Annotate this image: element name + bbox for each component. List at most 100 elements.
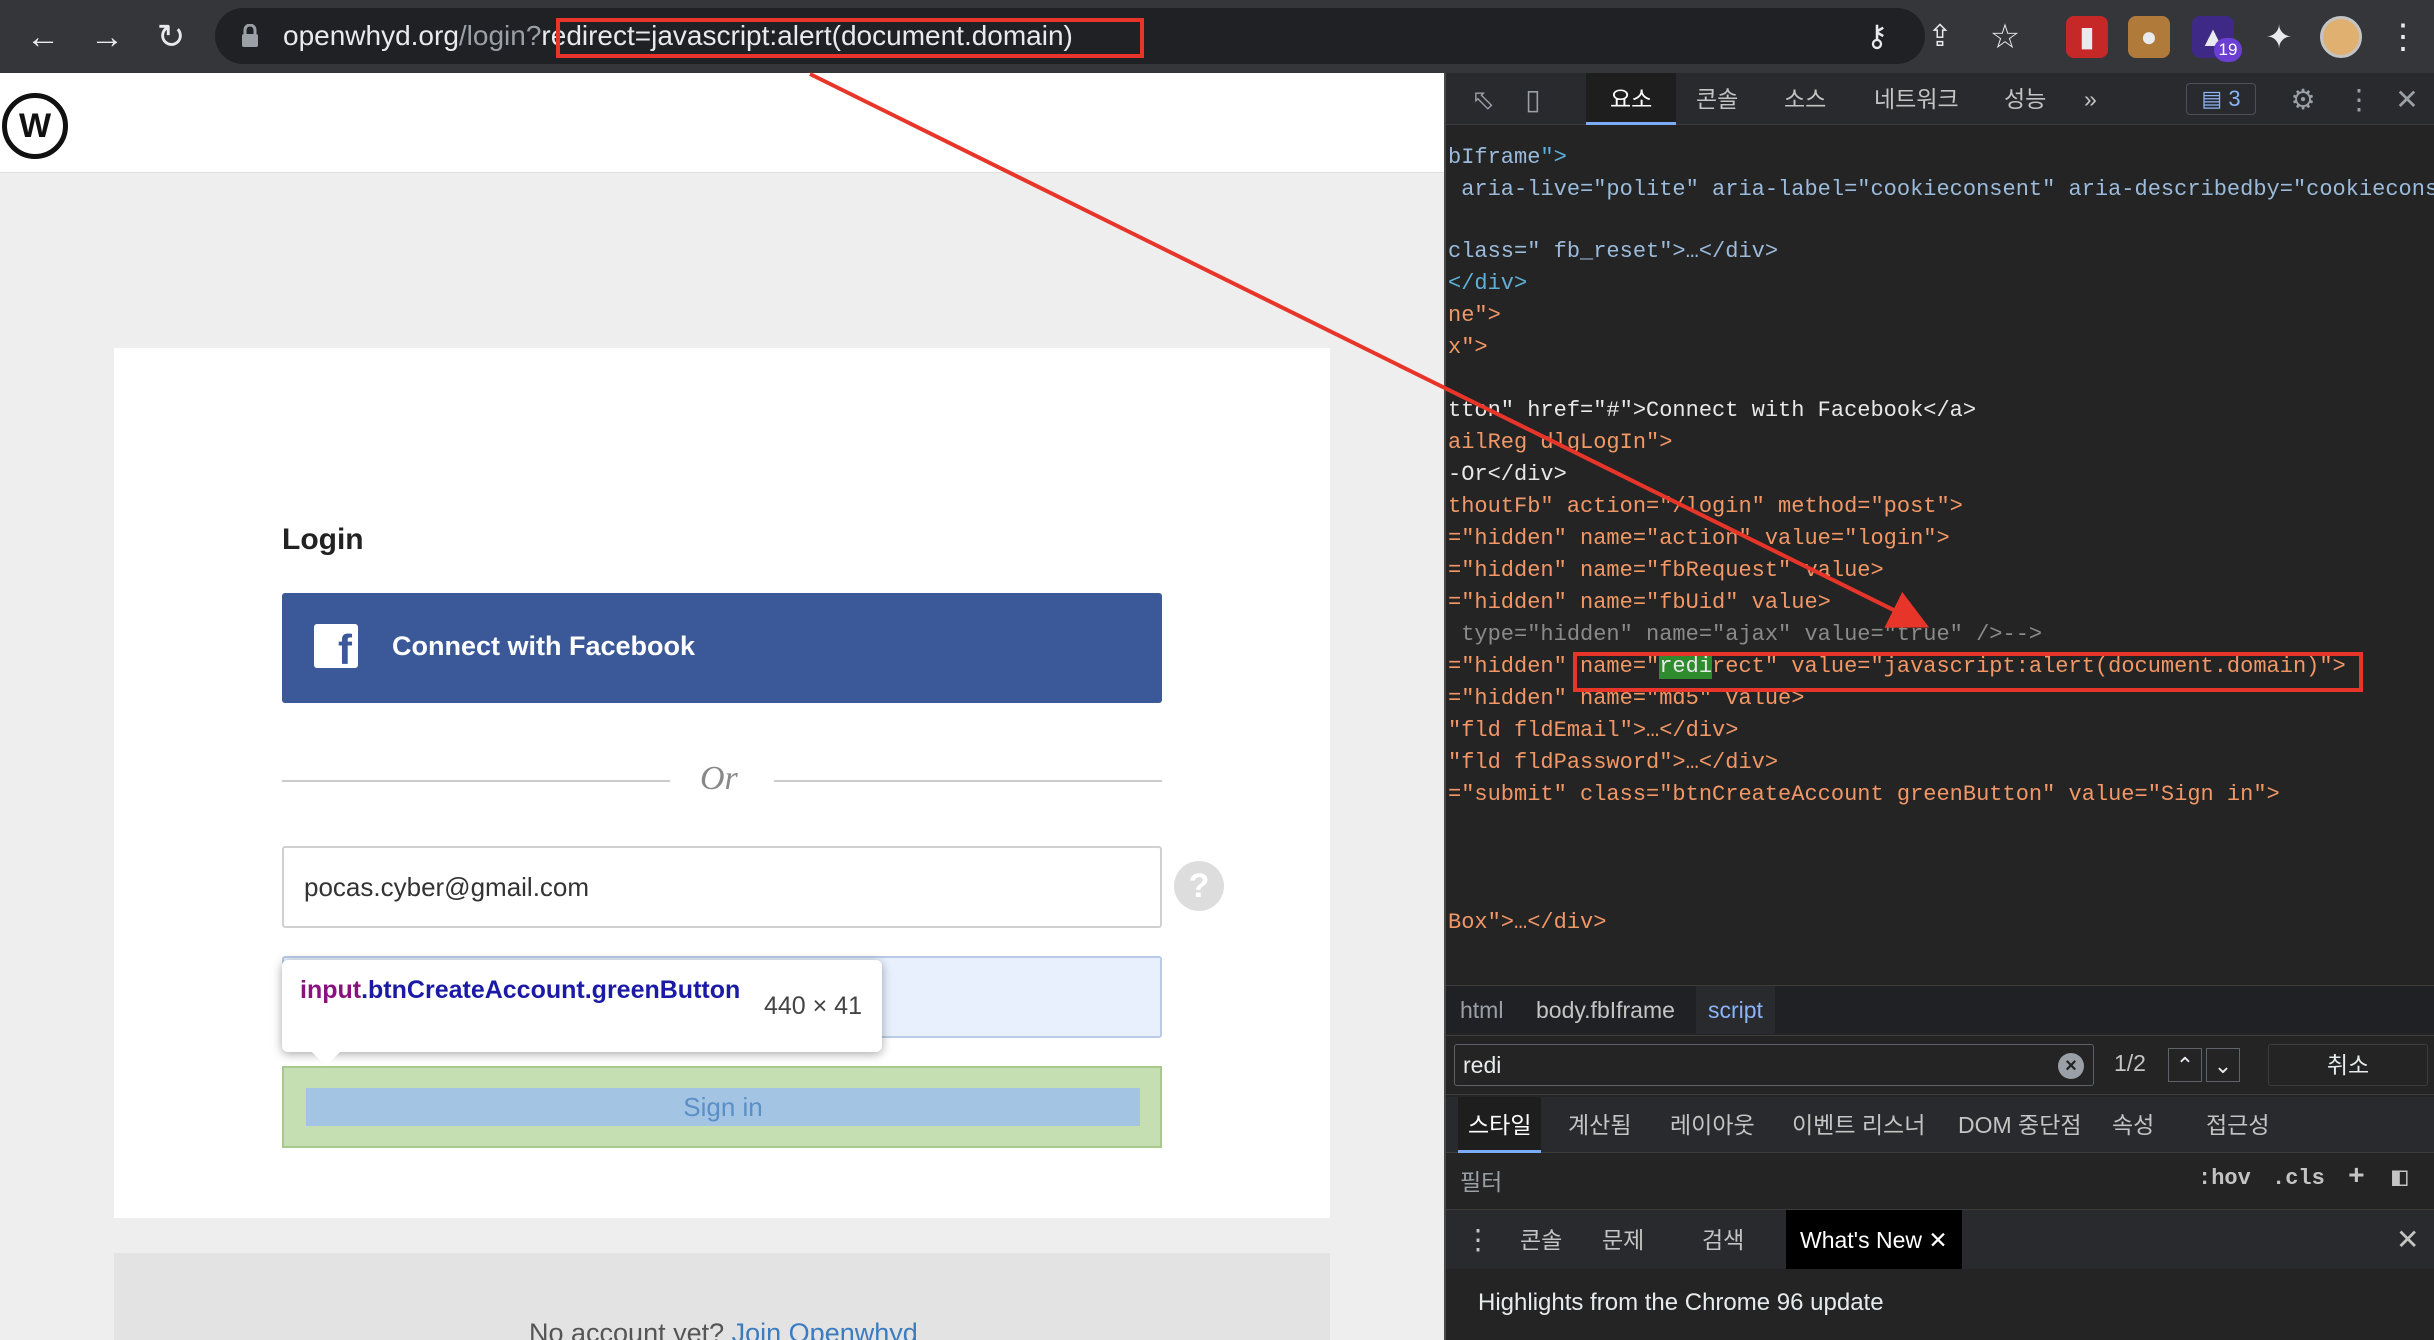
tab-layout[interactable]: 레이아웃 xyxy=(1670,1097,1755,1153)
next-match-icon[interactable]: ⌄ xyxy=(2206,1048,2240,1082)
cookie-extension-icon[interactable]: ● xyxy=(2128,16,2170,58)
dom-line[interactable]: bIframe"> xyxy=(1448,143,1567,173)
toggle-sidebar-icon[interactable]: ◧ xyxy=(2392,1162,2408,1193)
puzzle-icon[interactable]: ✦ xyxy=(2258,16,2300,58)
dom-line[interactable]: aria-live="polite" aria-label="cookiecon… xyxy=(1448,175,2434,205)
close-devtools-icon[interactable]: ✕ xyxy=(2390,83,2424,117)
bookmark-star-icon[interactable]: ☆ xyxy=(1980,12,2030,62)
whats-new-heading: Highlights from the Chrome 96 update xyxy=(1478,1289,1884,1316)
signup-text: No account yet? Join Openwhyd xyxy=(529,1318,918,1340)
dom-breadcrumb: html body.fbIframe script xyxy=(1446,985,2434,1034)
dom-line[interactable]: ="hidden" name="fbRequest" value> xyxy=(1448,556,1884,586)
url-annotation-box xyxy=(556,18,1144,58)
tab-dom-breakpoints[interactable]: DOM 중단점 xyxy=(1958,1097,2082,1153)
breadcrumb-body[interactable]: body.fbIframe xyxy=(1536,986,1675,1034)
tab-accessibility[interactable]: 접근성 xyxy=(2206,1097,2269,1153)
signup-prompt: No account yet? xyxy=(529,1318,725,1340)
tab-sources[interactable]: 소스 xyxy=(1784,73,1826,125)
styles-tab-bar: 스타일 계산됨 레이아웃 이벤트 리스너 DOM 중단점 속성 접근성 xyxy=(1446,1097,2434,1153)
new-rule-button[interactable]: + xyxy=(2348,1162,2365,1193)
dom-line[interactable]: tton" href="#">Connect with Facebook</a> xyxy=(1448,396,1976,426)
or-divider-left xyxy=(282,780,670,782)
extension-icon[interactable]: ▮ xyxy=(2066,16,2108,58)
or-label: Or xyxy=(700,760,738,797)
signin-button[interactable]: Sign in xyxy=(306,1088,1140,1126)
settings-gear-icon[interactable]: ⚙ xyxy=(2286,83,2320,117)
dom-line[interactable]: "fld fldEmail">…</div> xyxy=(1448,716,1738,746)
key-icon[interactable]: ⚷ xyxy=(1852,12,1902,62)
facebook-button-label: Connect with Facebook xyxy=(392,631,696,661)
cancel-search-button[interactable]: 취소 xyxy=(2268,1044,2428,1086)
dom-line[interactable]: ="submit" class="btnCreateAccount greenB… xyxy=(1448,780,2280,810)
dom-line[interactable]: class=" fb_reset">…</div> xyxy=(1448,237,1778,267)
tab-console[interactable]: 콘솔 xyxy=(1696,73,1738,125)
drawer-tab-search[interactable]: 검색 xyxy=(1702,1210,1744,1270)
cls-toggle[interactable]: .cls xyxy=(2272,1166,2325,1191)
close-tab-icon[interactable]: ✕ xyxy=(1928,1227,1947,1253)
dom-line[interactable]: ="hidden" name="action" value="login"> xyxy=(1448,524,1950,554)
facebook-icon: f xyxy=(314,624,358,673)
close-drawer-icon[interactable]: ✕ xyxy=(2396,1210,2419,1270)
dom-comment-line[interactable]: type="hidden" name="ajax" value="true" /… xyxy=(1448,620,2042,650)
connect-facebook-button[interactable]: f Connect with Facebook xyxy=(282,593,1162,703)
dom-text: "> xyxy=(1540,145,1567,170)
dom-search-input[interactable]: redi xyxy=(1454,1044,2094,1086)
issues-counter[interactable]: ▤ 3 xyxy=(2186,83,2256,115)
site-header: W xyxy=(0,73,1444,173)
join-openwhyd-link[interactable]: Join Openwhyd xyxy=(732,1318,918,1340)
website-viewport: W Login f Connect with Facebook Or pocas… xyxy=(0,73,1444,1340)
more-tabs-button[interactable]: » xyxy=(2084,73,2097,125)
dom-line[interactable]: </div> xyxy=(1448,269,1527,299)
breadcrumb-html[interactable]: html xyxy=(1460,986,1503,1034)
clear-search-icon[interactable]: × xyxy=(2058,1053,2084,1079)
issues-icon: ▤ xyxy=(2201,86,2223,111)
forward-arrow-icon[interactable]: → xyxy=(82,12,132,62)
tab-network[interactable]: 네트워크 xyxy=(1874,73,1959,125)
issues-count: 3 xyxy=(2228,86,2241,111)
dom-line[interactable]: ne"> xyxy=(1448,301,1501,331)
dom-line[interactable]: thoutFb" action="/login" method="post"> xyxy=(1448,492,1963,522)
tooltip-classes: .btnCreateAccount.greenButton xyxy=(361,976,741,1004)
tab-properties[interactable]: 속성 xyxy=(2112,1097,2154,1153)
url-host: openwhyd.org xyxy=(283,20,459,51)
previous-match-icon[interactable]: ⌃ xyxy=(2168,1048,2202,1082)
drawer-tab-issues[interactable]: 문제 xyxy=(1602,1210,1644,1270)
dom-line[interactable]: Box">…</div> xyxy=(1448,908,1606,938)
drawer-tab-bar: ⋮ 콘솔 문제 검색 What's New ✕ ✕ xyxy=(1446,1209,2434,1270)
drawer-tab-whats-new[interactable]: What's New ✕ xyxy=(1786,1210,1962,1270)
menu-dots-icon[interactable]: ⋮ xyxy=(2378,12,2428,62)
back-arrow-icon[interactable]: ← xyxy=(18,12,68,62)
tab-elements[interactable]: 요소 xyxy=(1586,73,1677,125)
or-divider-right xyxy=(774,780,1162,782)
breadcrumb-script[interactable]: script xyxy=(1696,986,1775,1034)
inspect-tooltip: input.btnCreateAccount.greenButton 440 ×… xyxy=(282,960,882,1066)
devtools-menu-icon[interactable]: ⋮ xyxy=(2342,83,2376,117)
tab-computed[interactable]: 계산됨 xyxy=(1568,1097,1631,1153)
dom-line[interactable]: ="hidden" name="fbUid" value> xyxy=(1448,588,1831,618)
tab-event-listeners[interactable]: 이벤트 리스너 xyxy=(1792,1097,1925,1153)
signup-box: No account yet? Join Openwhyd xyxy=(114,1253,1330,1340)
inspect-element-icon[interactable]: ⬁ xyxy=(1466,83,1500,117)
dom-line[interactable]: x"> xyxy=(1448,333,1488,363)
tooltip-selector: input.btnCreateAccount.greenButton xyxy=(300,974,760,1006)
help-icon[interactable]: ? xyxy=(1174,861,1224,911)
lock-icon[interactable] xyxy=(240,24,260,48)
dom-search-bar: redi × 1/2 ⌃ ⌄ 취소 xyxy=(1446,1035,2434,1095)
drawer-tab-console[interactable]: 콘솔 xyxy=(1520,1210,1562,1270)
device-toolbar-icon[interactable]: ▯ xyxy=(1516,83,1550,117)
styles-filter-input[interactable]: 필터 xyxy=(1460,1164,2060,1200)
login-card: Login f Connect with Facebook Or pocas.c… xyxy=(114,348,1330,1218)
openwhyd-logo[interactable]: W xyxy=(2,93,68,159)
drawer-menu-icon[interactable]: ⋮ xyxy=(1464,1210,1492,1270)
dom-line[interactable]: ailReg dlgLogIn"> xyxy=(1448,428,1672,458)
tab-styles[interactable]: 스타일 xyxy=(1458,1097,1542,1153)
reload-icon[interactable]: ↻ xyxy=(146,12,196,62)
avatar[interactable] xyxy=(2320,16,2362,58)
hov-toggle[interactable]: :hov xyxy=(2198,1166,2251,1191)
share-icon[interactable]: ⇪ xyxy=(1915,12,1965,62)
url-path: /login? xyxy=(458,20,542,51)
email-field[interactable]: pocas.cyber@gmail.com xyxy=(282,846,1162,928)
dom-line[interactable]: "fld fldPassword">…</div> xyxy=(1448,748,1778,778)
dom-line[interactable]: -Or</div> xyxy=(1448,460,1567,490)
tab-performance[interactable]: 성능 xyxy=(2004,73,2046,125)
